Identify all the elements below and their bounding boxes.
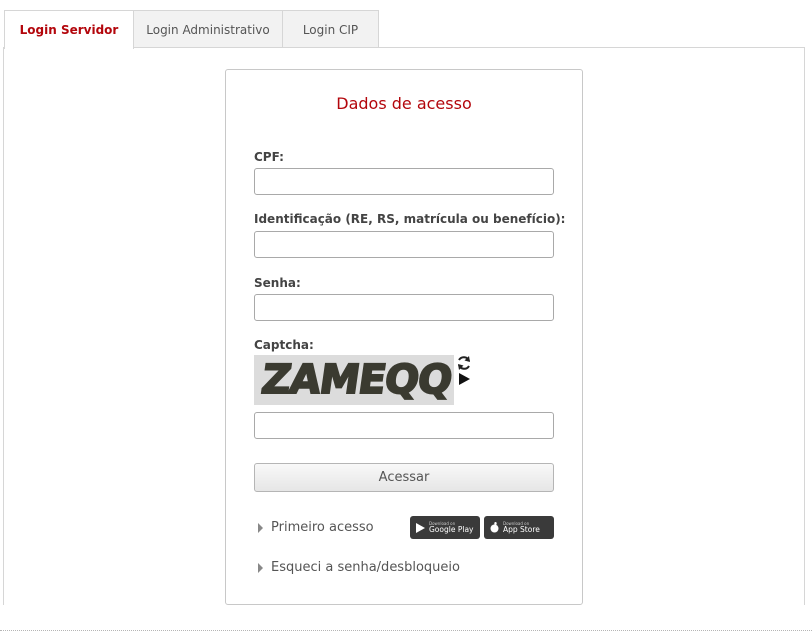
cpf-label: CPF: xyxy=(254,150,284,164)
audio-play-icon[interactable] xyxy=(456,371,472,387)
login-card: Dados de acesso CPF: Identificação (RE, … xyxy=(225,69,583,605)
refresh-icon[interactable] xyxy=(456,355,472,371)
footer-divider xyxy=(0,630,812,631)
esqueci-senha-link[interactable]: Esqueci a senha/desbloqueio xyxy=(258,560,460,575)
login-tabs: Login Servidor Login Administrativo Logi… xyxy=(4,10,379,49)
google-play-badge[interactable]: Download on Google Play xyxy=(410,516,480,539)
primeiro-acesso-label: Primeiro acesso xyxy=(271,520,374,535)
esqueci-senha-label: Esqueci a senha/desbloqueio xyxy=(271,560,460,575)
google-play-label: Google Play xyxy=(429,524,474,534)
apple-icon xyxy=(490,522,499,533)
identificacao-input[interactable] xyxy=(254,231,554,258)
tab-login-cip[interactable]: Login CIP xyxy=(282,10,379,48)
primeiro-acesso-link[interactable]: Primeiro acesso xyxy=(258,520,374,535)
card-title: Dados de acesso xyxy=(336,94,472,113)
acessar-button[interactable]: Acessar xyxy=(254,463,554,492)
captcha-controls xyxy=(456,355,472,387)
tab-login-administrativo[interactable]: Login Administrativo xyxy=(133,10,283,48)
tab-login-servidor[interactable]: Login Servidor xyxy=(4,10,134,49)
caret-right-icon xyxy=(258,562,263,573)
cpf-input[interactable] xyxy=(254,168,554,195)
captcha-image: ZAMEQQ xyxy=(254,355,455,405)
captcha-text: ZAMEQQ xyxy=(259,357,454,403)
captcha-input[interactable] xyxy=(254,412,554,439)
senha-input[interactable] xyxy=(254,294,554,321)
captcha-label: Captcha: xyxy=(254,338,314,352)
senha-label: Senha: xyxy=(254,276,301,290)
google-play-icon xyxy=(416,522,425,533)
app-store-label: App Store xyxy=(503,524,540,534)
identificacao-label: Identificação (RE, RS, matrícula ou bene… xyxy=(254,212,566,226)
app-store-badge[interactable]: Download on App Store xyxy=(484,516,554,539)
caret-right-icon xyxy=(258,522,263,533)
